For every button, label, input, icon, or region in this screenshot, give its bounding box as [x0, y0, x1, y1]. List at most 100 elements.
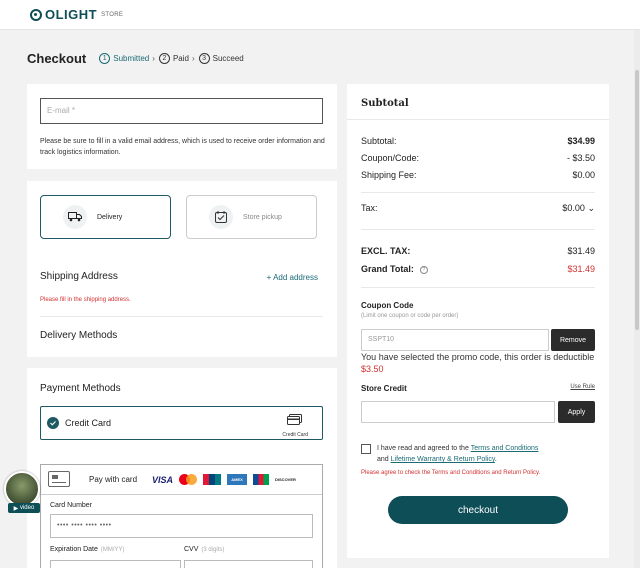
credit-card-logo-text: Credit Card — [282, 432, 308, 438]
video-label: video — [19, 505, 35, 511]
tax-value: $0.00 — [562, 203, 585, 213]
card-number-input[interactable]: •••• •••• •••• •••• — [50, 514, 313, 538]
shipping-address-error: Please fill in the shipping address. — [40, 297, 131, 303]
expiration-date-input[interactable] — [50, 560, 181, 568]
credit-card-logo: Credit Card — [282, 413, 308, 438]
agree-period: . — [494, 456, 497, 463]
excl-tax-value: $31.49 — [567, 246, 595, 256]
shipping-fee-label: Shipping Fee: — [361, 170, 417, 180]
card-brands: VISA AMEX DISCOVER — [152, 474, 302, 485]
divider — [361, 287, 595, 288]
store-pickup-option-button[interactable]: Store pickup — [186, 195, 317, 239]
expiration-hint: (MM/YY) — [100, 547, 125, 553]
store-credit-label: Store Credit — [361, 384, 407, 393]
video-tag[interactable]: ▶ video — [8, 503, 40, 513]
jcb-icon — [253, 474, 270, 485]
cvv-input[interactable] — [184, 560, 313, 568]
terms-link[interactable]: Terms and Conditions — [471, 445, 539, 452]
video-thumbnail[interactable] — [4, 471, 40, 507]
play-icon: ▶ — [13, 505, 19, 512]
chevron-down-icon: ⌄ — [587, 203, 595, 213]
step-submitted: 1 Submitted › — [99, 53, 155, 64]
terms-error: Please agree to check the Terms and Cond… — [361, 470, 541, 476]
promo-message: You have selected the promo code, this o… — [361, 351, 595, 375]
divider — [347, 119, 609, 120]
shipping-address-title: Shipping Address — [40, 271, 118, 282]
coupon-label: Coupon/Code: — [361, 153, 420, 163]
divider — [40, 316, 323, 317]
pay-with-card-label: Pay with card — [89, 475, 138, 484]
remove-coupon-button[interactable]: Remove — [551, 329, 595, 351]
expiration-label-text: Expiration Date — [50, 546, 98, 553]
excl-tax-label: EXCL. TAX: — [361, 246, 411, 256]
scrollbar-track[interactable] — [634, 30, 640, 568]
logo-subtext: STORE — [101, 11, 124, 18]
credit-card-label: Credit Card — [65, 418, 112, 428]
terms-agreement: I have read and agreed to the Terms and … — [361, 443, 595, 465]
card-payment-form: Pay with card VISA AMEX DISCOVER Card Nu… — [40, 464, 323, 568]
step-paid: 2 Paid › — [158, 53, 195, 64]
summary-title: Subtotal — [361, 98, 409, 109]
agree-and: and — [377, 456, 389, 463]
subtotal-row: Subtotal: $34.99 — [361, 136, 595, 146]
divider — [361, 192, 595, 193]
expiration-date-label: Expiration Date (MM/YY) — [50, 546, 125, 553]
delivery-option-button[interactable]: Delivery — [40, 195, 171, 239]
coupon-code-title: Coupon Code — [361, 301, 414, 310]
payment-methods-title: Payment Methods — [40, 383, 121, 394]
checkout-heading: Checkout 1 Submitted › 2 Paid › 3 Succee… — [27, 51, 248, 66]
tax-row[interactable]: Tax: $0.00 ⌄ — [361, 203, 595, 214]
payment-card: Payment Methods Credit Card Credit Card … — [27, 368, 337, 568]
step-chevron-icon: › — [152, 54, 155, 63]
step-label: Submitted — [113, 54, 150, 63]
store-pickup-label: Store pickup — [243, 213, 282, 221]
visa-icon: VISA — [152, 474, 174, 485]
terms-text: I have read and agreed to the Terms and … — [377, 443, 538, 465]
shipping-fee-row: Shipping Fee: $0.00 — [361, 170, 595, 180]
coupon-value: - $3.50 — [566, 153, 595, 163]
amex-icon: AMEX — [227, 474, 248, 485]
subtotal-label: Subtotal: — [361, 136, 397, 146]
delivery-methods-title: Delivery Methods — [40, 330, 118, 341]
step-number: 3 — [198, 53, 210, 64]
grand-total-row: Grand Total:? $31.49 — [361, 264, 595, 274]
delivery-label: Delivery — [97, 213, 123, 221]
olight-logo[interactable]: OLIGHT STORE — [30, 7, 123, 22]
cvv-label: CVV (3 digits) — [184, 546, 224, 553]
check-icon — [47, 417, 59, 429]
video-widget[interactable]: ▶ video — [4, 471, 42, 515]
scrollbar-thumb[interactable] — [635, 70, 639, 330]
cvv-hint: (3 digits) — [201, 547, 225, 553]
use-rule-link[interactable]: Use Rule — [570, 384, 595, 390]
unionpay-icon — [203, 474, 222, 485]
top-bar: OLIGHT STORE — [0, 0, 640, 30]
coupon-code-hint: (Limit one coupon or code per order) — [361, 313, 459, 319]
step-succeed: 3 Succeed — [198, 53, 244, 64]
apply-credit-button[interactable]: Apply — [558, 401, 595, 423]
add-address-link[interactable]: + Add address — [267, 273, 318, 282]
warranty-link[interactable]: Lifetime Warranty & Return Policy — [391, 456, 495, 463]
email-help-text: Please be sure to fill in a valid email … — [40, 138, 325, 156]
grand-total-label: Grand Total: — [361, 264, 414, 274]
order-summary-card: Subtotal Subtotal: $34.99 Coupon/Code: -… — [347, 84, 609, 558]
store-credit-input[interactable] — [361, 401, 555, 423]
discover-icon: DISCOVER — [275, 477, 296, 482]
promo-amount: $3.50 — [361, 364, 384, 374]
logo-mark-icon — [30, 8, 42, 21]
terms-checkbox[interactable] — [361, 444, 371, 454]
truck-icon — [63, 205, 87, 229]
checkout-button[interactable]: checkout — [388, 496, 568, 524]
card-number-label: Card Number — [50, 502, 93, 509]
email-field[interactable]: E-mail * — [40, 98, 323, 124]
tax-label: Tax: — [361, 203, 378, 213]
step-label: Succeed — [212, 54, 244, 63]
info-icon[interactable]: ? — [419, 265, 428, 274]
step-number: 2 — [158, 53, 170, 64]
grand-total-label-group: Grand Total:? — [361, 264, 428, 274]
subtotal-value: $34.99 — [567, 136, 595, 146]
cvv-label-text: CVV — [184, 546, 199, 553]
credit-card-option[interactable]: Credit Card Credit Card — [40, 406, 323, 440]
card-form-header: Pay with card VISA AMEX DISCOVER — [41, 465, 322, 495]
page-title: Checkout — [27, 51, 87, 66]
coupon-code-input[interactable]: SSPT10 — [361, 329, 549, 351]
